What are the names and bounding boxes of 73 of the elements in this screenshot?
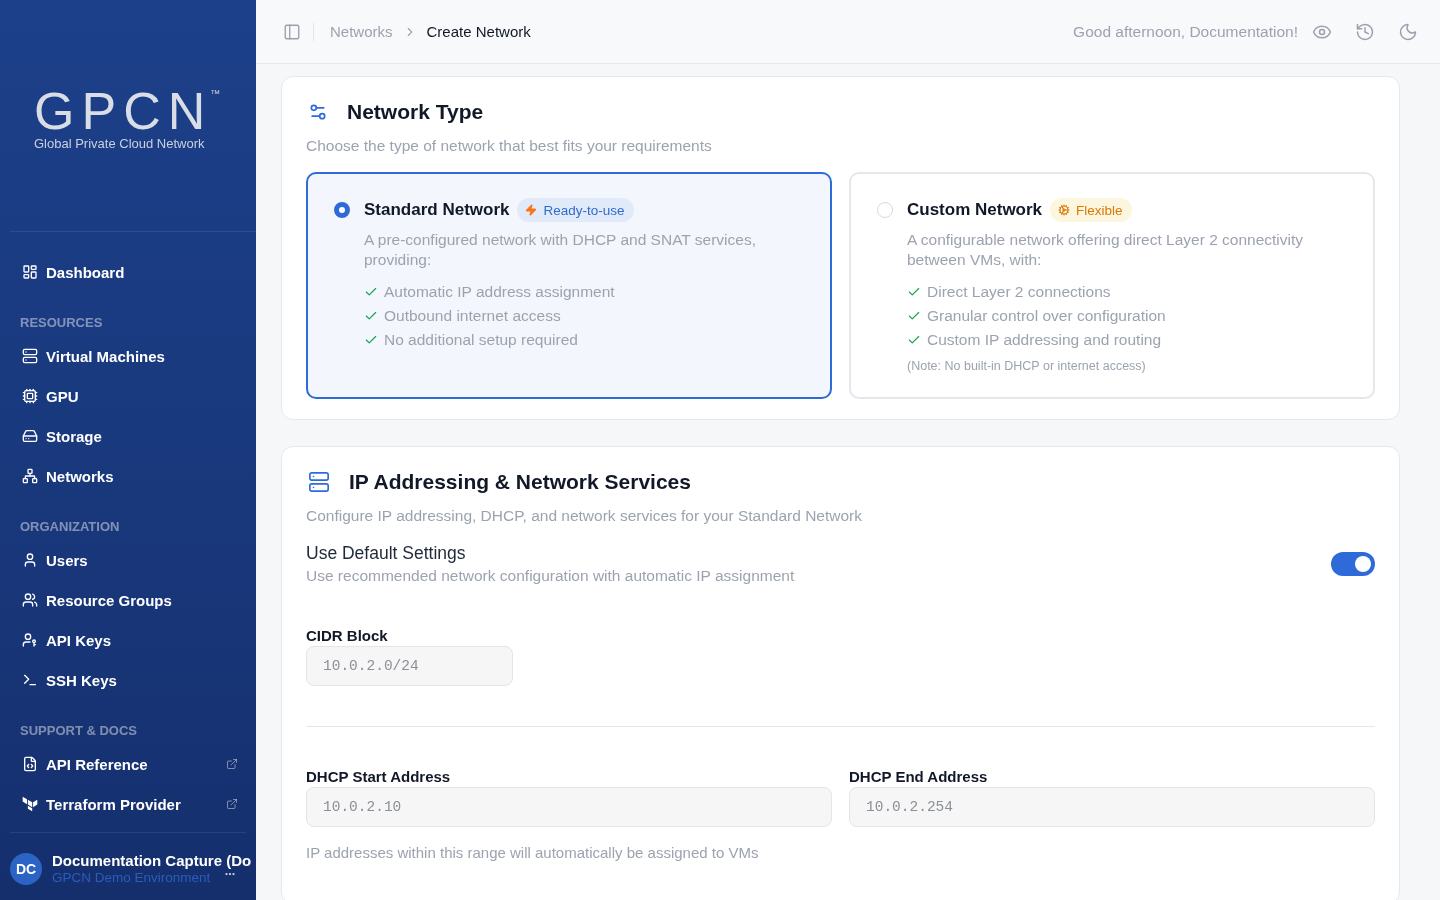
greeting-text: Good afternoon, Documentation! (1073, 22, 1298, 41)
feature-text: Direct Layer 2 connections (927, 283, 1111, 301)
toggle-switch[interactable] (1331, 552, 1375, 576)
sliders-icon (308, 102, 328, 122)
feature-text: Automatic IP address assignment (384, 283, 615, 301)
chip-icon (22, 388, 38, 404)
option-title: Custom Network (907, 199, 1043, 221)
field-label: DHCP Start Address (306, 767, 451, 787)
cog-icon (1058, 204, 1071, 216)
section-heading: SUPPORT & DOCS (20, 722, 137, 740)
server-icon (22, 348, 38, 364)
option-title: Standard Network (364, 199, 510, 221)
setting-label: Use Default Settings (306, 542, 466, 564)
check-icon (364, 333, 378, 347)
history-icon[interactable] (1355, 21, 1375, 42)
feature-text: No additional setup required (384, 331, 578, 349)
radio-icon (334, 202, 350, 218)
card-subtitle: Configure IP addressing, DHCP, and network services for your Standard Network (306, 506, 862, 526)
server-icon (308, 471, 330, 493)
card-title: Network Type (347, 100, 484, 124)
breadcrumb-current: Create Network (426, 23, 531, 40)
card-title: IP Addressing & Network Services (349, 470, 691, 494)
user-key-icon (22, 632, 38, 648)
nav-item[interactable]: API Reference (10, 744, 246, 784)
layout-grid-icon (22, 264, 38, 280)
nav-item[interactable]: SSH Keys (10, 660, 246, 700)
feature-text: Custom IP addressing and routing (927, 331, 1162, 349)
network-option-card[interactable] (849, 172, 1375, 399)
nav-item[interactable]: Networks (10, 456, 246, 496)
check-icon (364, 285, 378, 299)
sidebar-toggle-icon[interactable] (283, 22, 301, 41)
card-subtitle: Choose the type of network that best fits your requirements (306, 136, 712, 156)
field-label: CIDR Block (306, 626, 388, 646)
nav-item[interactable]: Storage (10, 416, 246, 456)
radio-icon (877, 202, 893, 218)
check-icon (907, 285, 921, 299)
nav-item[interactable]: API Keys (10, 620, 246, 660)
user-subtitle: GPCN Demo Environment (52, 870, 211, 886)
badge-label: Flexible (1076, 202, 1123, 218)
check-icon (364, 309, 378, 323)
users-icon (22, 592, 38, 608)
network-icon (22, 468, 38, 484)
file-code-icon (22, 756, 38, 772)
network-option-card[interactable]: Standard Network Ready-to-use A pre-configured network with DHCP and SNAT services, providing: Automatic IP address assignment Outbound internet access No additional setup required (306, 172, 832, 399)
logo-tagline: Global Private Cloud Network (34, 136, 205, 152)
terminal-icon (22, 672, 38, 688)
feature-text: Granular control over configuration (927, 307, 1166, 325)
field-label: DHCP End Address (849, 767, 988, 787)
nav-item[interactable]: Resource Groups (10, 580, 246, 620)
feature-text: Outbound internet access (384, 307, 561, 325)
blocks-logo-icon (22, 796, 38, 812)
nav-item[interactable]: GPU (10, 376, 246, 416)
helper-text: IP addresses within this range will automatically be assigned to VMs (306, 843, 759, 863)
check-icon (907, 333, 921, 347)
nav-item[interactable]: Terraform Provider (10, 784, 246, 824)
nav-item[interactable]: Virtual Machines (10, 336, 246, 376)
drive-icon (22, 428, 38, 444)
setting-description: Use recommended network configuration with automatic IP assignment (306, 566, 795, 586)
option-description: A pre-configured network with DHCP and SNAT services, providing: (364, 230, 757, 270)
nav-item[interactable]: Dashboard (10, 252, 246, 292)
trademark-sign: ™ (210, 89, 221, 99)
option-description: A configurable network offering direct Layer 2 connectivity between VMs, with: (907, 230, 1305, 270)
nav-item[interactable]: Users (10, 540, 246, 580)
section-heading: RESOURCES (20, 314, 103, 332)
user-icon (22, 552, 38, 568)
section-heading: ORGANIZATION (20, 518, 120, 536)
user-avatar: DC (10, 853, 42, 885)
option-note: (Note: No built-in DHCP or internet access) (907, 358, 1146, 374)
badge-label: Ready-to-use (543, 202, 625, 218)
check-icon (907, 309, 921, 323)
bolt-icon (525, 204, 538, 216)
user-name: Documentation Capture (Do (52, 852, 252, 870)
moon-icon[interactable] (1398, 21, 1418, 42)
